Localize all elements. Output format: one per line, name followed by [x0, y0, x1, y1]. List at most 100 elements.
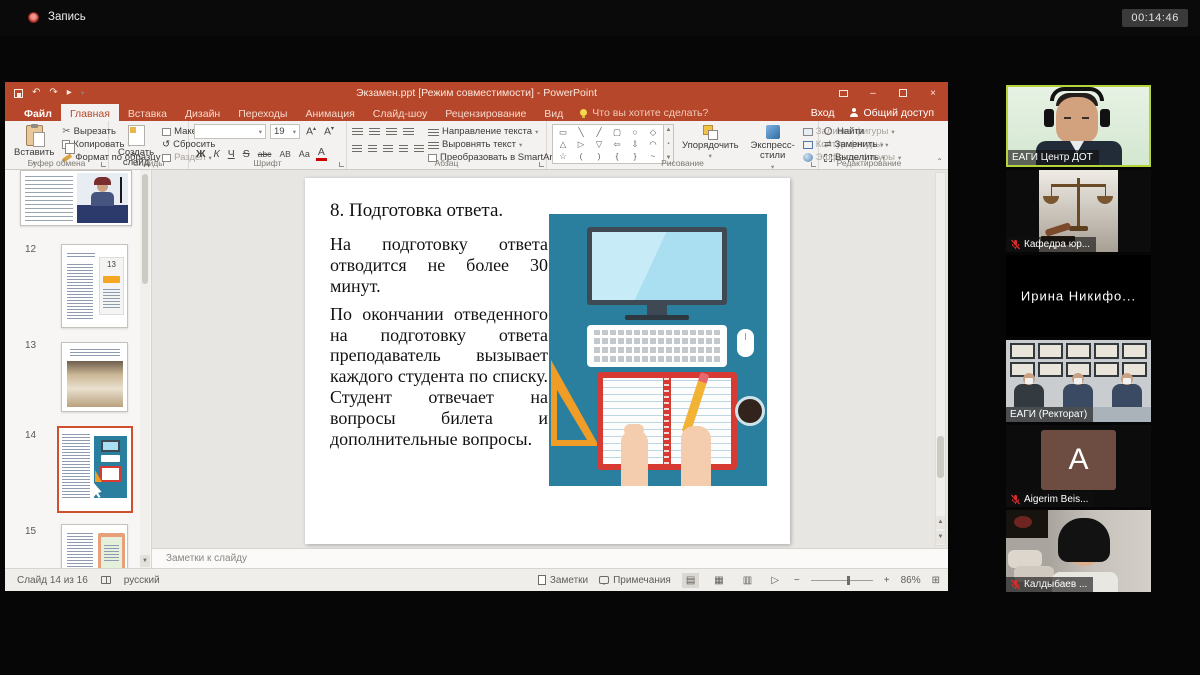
participant-name-label: Aigerim Beis... — [1006, 492, 1094, 507]
right-hand-graphic — [681, 426, 711, 486]
slide-thumbnail-12[interactable]: 13 — [61, 244, 128, 328]
tell-me-label: Что вы хотите сделать? — [592, 107, 708, 119]
dialog-launcher-icon[interactable] — [539, 162, 544, 167]
slide-body-text[interactable]: На подготовку ответа отводится не более … — [330, 234, 548, 457]
participant-tile-irina[interactable]: Ирина Никифо... — [1006, 255, 1151, 337]
participant-tile-kaldybaev[interactable]: Калдыбаев ... — [1006, 510, 1151, 592]
font-size-combobox[interactable]: 19▾ — [270, 124, 300, 139]
numbering-icon[interactable] — [369, 126, 380, 135]
zoom-in-button[interactable]: + — [884, 575, 890, 586]
arrange-button[interactable]: Упорядочить ▾ — [678, 124, 743, 162]
participant-tile-kafedra[interactable]: Кафедра юр... — [1006, 170, 1151, 252]
shrink-font-button[interactable]: А▾ — [322, 125, 336, 138]
scroll-down-icon[interactable]: ▼ — [140, 555, 150, 567]
character-spacing-button[interactable]: АВ — [277, 149, 292, 159]
comments-toggle-button[interactable]: Примечания — [599, 575, 671, 586]
next-slide-icon[interactable]: ▼ — [936, 531, 945, 544]
slideshow-view-button[interactable]: ▷ — [767, 573, 783, 588]
thumbnail-calendar: 13 — [99, 257, 124, 315]
notes-pane[interactable]: Заметки к слайду — [152, 548, 948, 568]
language-indicator[interactable]: русский — [124, 575, 160, 586]
mouse-graphic — [737, 329, 754, 357]
justify-icon[interactable] — [399, 143, 409, 152]
scissors-icon: ✂ — [62, 126, 70, 137]
muted-mic-icon — [1010, 239, 1021, 250]
bullets-icon[interactable] — [352, 126, 363, 135]
text-shadow-button[interactable]: abc — [256, 149, 274, 159]
sign-in-link[interactable]: Вход — [811, 107, 835, 119]
group-label-drawing: Рисование — [547, 158, 818, 168]
align-right-icon[interactable] — [383, 143, 393, 152]
tab-slideshow[interactable]: Слайд-шоу — [364, 104, 436, 121]
increase-indent-icon[interactable] — [403, 126, 414, 135]
notes-placeholder: Заметки к слайду — [166, 553, 247, 564]
columns-icon[interactable] — [414, 143, 424, 152]
normal-view-button[interactable]: ▤ — [682, 573, 699, 588]
tab-home[interactable]: Главная — [61, 104, 119, 121]
dialog-launcher-icon[interactable] — [811, 162, 816, 167]
align-left-icon[interactable] — [352, 143, 362, 152]
tab-design[interactable]: Дизайн — [176, 104, 229, 121]
grow-font-button[interactable]: А▴ — [304, 125, 318, 138]
tab-insert[interactable]: Вставка — [119, 104, 176, 121]
fit-to-window-icon[interactable]: ⊞ — [932, 575, 940, 586]
font-name-combobox[interactable]: ▾ — [194, 124, 266, 139]
tab-animations[interactable]: Анимация — [296, 104, 363, 121]
editing-scrollbar[interactable]: ▲ ▼ — [935, 172, 946, 546]
align-text-icon — [428, 140, 439, 149]
zoom-out-button[interactable]: − — [794, 575, 800, 586]
tab-transitions[interactable]: Переходы — [229, 104, 296, 121]
shape-outline-icon — [803, 141, 813, 149]
slide-thumbnail-15[interactable] — [61, 524, 128, 568]
slide-number: 12 — [25, 244, 36, 255]
zoom-slider[interactable] — [811, 580, 873, 581]
slide-sorter-view-button[interactable]: ▦ — [710, 573, 727, 588]
slide-illustration-desk[interactable] — [549, 214, 767, 486]
headphones-graphic — [1050, 87, 1104, 101]
wall-certificates-graphic — [1010, 343, 1147, 377]
notes-toggle-button[interactable]: Заметки — [538, 575, 588, 586]
replace-button[interactable]: ⇄Заменить▾ — [824, 139, 885, 150]
slide-thumbnail-14-selected[interactable] — [57, 426, 133, 513]
scrollbar-thumb[interactable] — [142, 174, 148, 284]
share-button[interactable]: Общий доступ — [850, 107, 934, 119]
find-button[interactable]: Найти — [824, 126, 885, 137]
slide-thumbnail-11[interactable] — [20, 170, 132, 226]
thumbnail-illustration — [94, 436, 127, 498]
avatar: A — [1041, 430, 1116, 490]
reading-view-button[interactable]: ▥ — [739, 573, 756, 588]
panel-scrollbar[interactable]: ▼ — [140, 170, 150, 568]
recording-indicator[interactable]: Запись — [28, 11, 86, 23]
proofing-icon[interactable] — [101, 576, 111, 584]
zoom-level[interactable]: 86% — [901, 575, 921, 586]
slide-thumbnail-13[interactable] — [61, 342, 128, 412]
decrease-indent-icon[interactable] — [386, 126, 397, 135]
tab-file[interactable]: Файл — [15, 104, 61, 121]
participant-tile-aigerim[interactable]: A Aigerim Beis... — [1006, 425, 1151, 507]
previous-slide-icon[interactable]: ▲ — [936, 516, 945, 529]
participant-tile-rektorat[interactable]: ЕАГИ (Ректорат) — [1006, 340, 1151, 422]
slide-title[interactable]: 8. Подготовка ответа. — [330, 200, 570, 222]
window-title: Экзамен.ppt [Режим совместимости] - Powe… — [5, 87, 948, 99]
participant-name-label: ЕАГИ Центр ДОТ — [1008, 150, 1099, 165]
align-center-icon[interactable] — [368, 143, 378, 152]
participant-tile-eagi-dot[interactable]: ЕАГИ Центр ДОТ — [1006, 85, 1151, 167]
tab-review[interactable]: Рецензирование — [436, 104, 535, 121]
dialog-launcher-icon[interactable] — [101, 162, 106, 167]
ribbon-tabs: Файл Главная Вставка Дизайн Переходы Ани… — [5, 104, 948, 121]
group-label-slides: Слайды — [109, 158, 188, 168]
text-direction-button[interactable]: Направление текста▾ — [428, 126, 562, 137]
thumbnail-photo — [67, 361, 123, 407]
collapse-ribbon-icon[interactable]: ⌃ — [936, 157, 943, 166]
dialog-launcher-icon[interactable] — [339, 162, 344, 167]
slide-counter[interactable]: Слайд 14 из 16 — [17, 575, 88, 586]
tab-view[interactable]: Вид — [535, 104, 572, 121]
group-clipboard: Вставить ▾ ✂Вырезать Копировать▾ Формат … — [5, 121, 109, 169]
participant-name-label: Кафедра юр... — [1006, 237, 1096, 252]
tell-me-box[interactable]: Что вы хотите сделать? — [580, 104, 708, 121]
scrollbar-thumb[interactable] — [937, 436, 944, 478]
zoom-slider-thumb[interactable] — [847, 576, 850, 585]
align-text-button[interactable]: Выровнять текст▾ — [428, 139, 562, 150]
change-case-button[interactable]: Аа — [297, 149, 312, 159]
current-slide-canvas[interactable]: 8. Подготовка ответа. На подготовку отве… — [305, 178, 790, 544]
